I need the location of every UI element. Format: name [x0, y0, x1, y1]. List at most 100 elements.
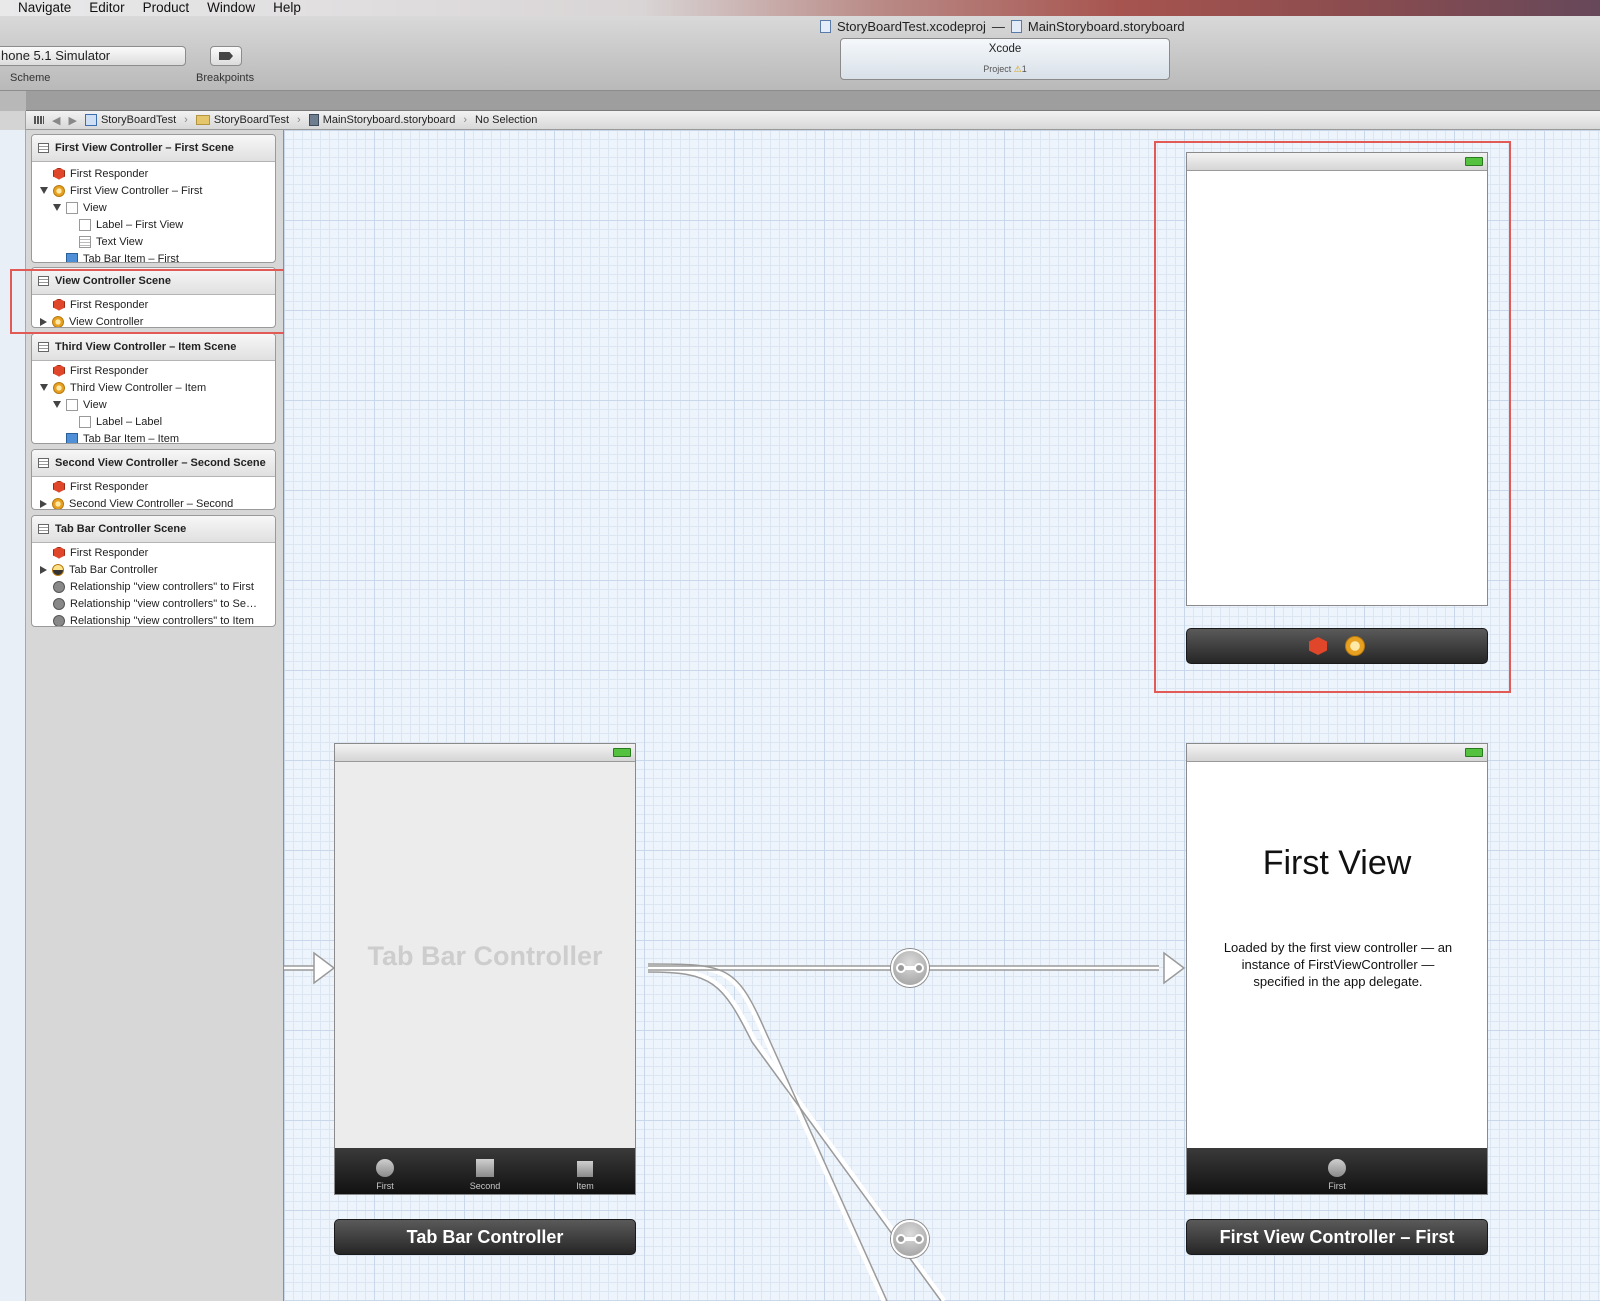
- outline-row[interactable]: View: [32, 199, 275, 216]
- outline-row[interactable]: Tab Bar Item – First: [32, 250, 275, 263]
- row-label: View: [83, 201, 107, 214]
- cube-icon: [53, 364, 65, 377]
- tab-label: Item: [576, 1181, 594, 1191]
- crumb-project-label: StoryBoardTest: [100, 114, 177, 126]
- square-icon: [577, 1161, 593, 1177]
- related-items-button[interactable]: [34, 116, 44, 124]
- jump-bar: ◀ ▶ StoryBoardTest › StoryBoardTest › Main…: [26, 111, 1600, 130]
- scene-icon: [38, 143, 49, 153]
- tab-item[interactable]: Item: [535, 1148, 635, 1194]
- menu-navigate[interactable]: Navigate: [18, 0, 71, 16]
- segue-icon: [896, 963, 924, 973]
- label-icon: [79, 415, 91, 428]
- scene-header[interactable]: Second View Controller – Second Scene: [32, 450, 275, 477]
- outline-scene-third: Third View Controller – Item Scene First…: [31, 333, 276, 444]
- window-title-separator: —: [991, 19, 1005, 34]
- scene-icon: [38, 342, 49, 352]
- scheme-popup[interactable]: hone 5.1 Simulator: [0, 46, 186, 66]
- outline-row[interactable]: First Responder: [32, 165, 275, 182]
- disclosure-right-icon[interactable]: [40, 499, 47, 508]
- outline-row[interactable]: Relationship "view controllers" to First: [32, 578, 275, 595]
- tab-first[interactable]: First: [1187, 1148, 1487, 1194]
- menu-window[interactable]: Window: [207, 0, 255, 16]
- row-label: Tab Bar Item – First: [83, 252, 179, 263]
- outline-scene-tab-bar: Tab Bar Controller Scene First Responder…: [31, 515, 276, 627]
- outline-row[interactable]: First View Controller – First: [32, 182, 275, 199]
- outline-scene-first: First View Controller – First Scene Firs…: [31, 134, 276, 263]
- tab-bar-controller-scene[interactable]: Tab Bar Controller First Second Item: [334, 743, 636, 1195]
- outline-row[interactable]: First Responder: [32, 362, 275, 379]
- outline-row[interactable]: First Responder: [32, 478, 275, 495]
- row-label: Second View Controller – Second: [69, 497, 234, 510]
- scene-header[interactable]: First View Controller – First Scene: [32, 135, 275, 162]
- scene-icon: [38, 524, 49, 534]
- outline-row[interactable]: Relationship "view controllers" to Se…: [32, 595, 275, 612]
- view-icon: [66, 398, 78, 411]
- crumb-project[interactable]: StoryBoardTest ›: [84, 114, 188, 126]
- first-view-controller-scene[interactable]: First View Loaded by the first view cont…: [1186, 743, 1488, 1195]
- square-icon: [476, 1159, 494, 1177]
- breakpoints-button[interactable]: [210, 46, 242, 66]
- tab-strip: [0, 91, 1600, 111]
- crumb-folder[interactable]: StoryBoardTest ›: [195, 114, 301, 126]
- scene-header[interactable]: Third View Controller – Item Scene: [32, 334, 275, 361]
- menu-product[interactable]: Product: [143, 0, 190, 16]
- outline-row[interactable]: Third View Controller – Item: [32, 379, 275, 396]
- storyboard-file-icon: [1010, 20, 1022, 33]
- grid-icon: [34, 116, 44, 124]
- first-view-label[interactable]: First View: [1187, 844, 1487, 883]
- activity-project-label: Project: [983, 64, 1012, 74]
- disclosure-down-icon[interactable]: [53, 204, 61, 211]
- relationship-segue-node[interactable]: [891, 949, 929, 987]
- outline-row[interactable]: Tab Bar Item – Item: [32, 430, 275, 443]
- relationship-segue-node[interactable]: [891, 1220, 929, 1258]
- outline-row[interactable]: Label – First View: [32, 216, 275, 233]
- outline-row[interactable]: Label – Label: [32, 413, 275, 430]
- relationship-icon: [53, 597, 65, 610]
- row-label: First Responder: [70, 167, 149, 180]
- circle-icon: [376, 1159, 394, 1177]
- first-view-text-view[interactable]: Loaded by the first view controller — an…: [1217, 939, 1459, 990]
- crumb-file[interactable]: MainStoryboard.storyboard ›: [308, 114, 467, 126]
- menu-bar: Navigate Editor Product Window Help: [0, 0, 1600, 16]
- folder-icon: [195, 115, 210, 125]
- window-title-project: StoryBoardTest.xcodeproj: [837, 19, 986, 34]
- cube-icon: [53, 167, 65, 180]
- row-label: Text View: [96, 235, 143, 248]
- row-label: Label – Label: [96, 415, 163, 428]
- tab-second[interactable]: Second: [435, 1148, 535, 1194]
- back-button[interactable]: ◀: [52, 114, 60, 127]
- scene-title: Tab Bar Controller Scene: [55, 523, 187, 535]
- tab-bar-controller-dock[interactable]: Tab Bar Controller: [334, 1219, 636, 1255]
- menu-help[interactable]: Help: [273, 0, 301, 16]
- tab-bar: First: [1187, 1148, 1487, 1194]
- tab-first[interactable]: First: [335, 1148, 435, 1194]
- tab-bar-controller-icon: [52, 563, 64, 576]
- disclosure-down-icon[interactable]: [53, 401, 61, 408]
- outline-row[interactable]: Relationship "view controllers" to Item: [32, 612, 275, 626]
- scene-header[interactable]: Tab Bar Controller Scene: [32, 516, 275, 543]
- row-label: Tab Bar Controller: [69, 563, 158, 576]
- disclosure-down-icon[interactable]: [40, 187, 48, 194]
- outline-row[interactable]: View: [32, 396, 275, 413]
- disclosure-down-icon[interactable]: [40, 384, 48, 391]
- crumb-selection[interactable]: No Selection: [475, 114, 537, 126]
- disclosure-right-icon[interactable]: [40, 565, 47, 574]
- segue-icon: [896, 1234, 924, 1244]
- activity-view[interactable]: Xcode Project ⚠1: [840, 38, 1170, 80]
- row-label: Label – First View: [96, 218, 184, 231]
- first-view-controller-dock[interactable]: First View Controller – First: [1186, 1219, 1488, 1255]
- outline-row[interactable]: Tab Bar Controller: [32, 561, 275, 578]
- menu-editor[interactable]: Editor: [89, 0, 124, 16]
- label-icon: [79, 218, 91, 231]
- outline-row[interactable]: First Responder: [32, 544, 275, 561]
- outline-row[interactable]: Second View Controller – Second: [32, 495, 275, 510]
- outline-row[interactable]: Text View: [32, 233, 275, 250]
- window-title-file: MainStoryboard.storyboard: [1027, 19, 1185, 34]
- forward-button[interactable]: ▶: [68, 114, 76, 127]
- storyboard-canvas[interactable]: Tab Bar Controller First Second Item Tab…: [284, 130, 1600, 1301]
- row-label: First Responder: [70, 546, 149, 559]
- window-title: StoryBoardTest.xcodeproj — MainStoryboar…: [820, 19, 1185, 34]
- battery-icon: [613, 748, 631, 757]
- row-label: First Responder: [70, 480, 149, 493]
